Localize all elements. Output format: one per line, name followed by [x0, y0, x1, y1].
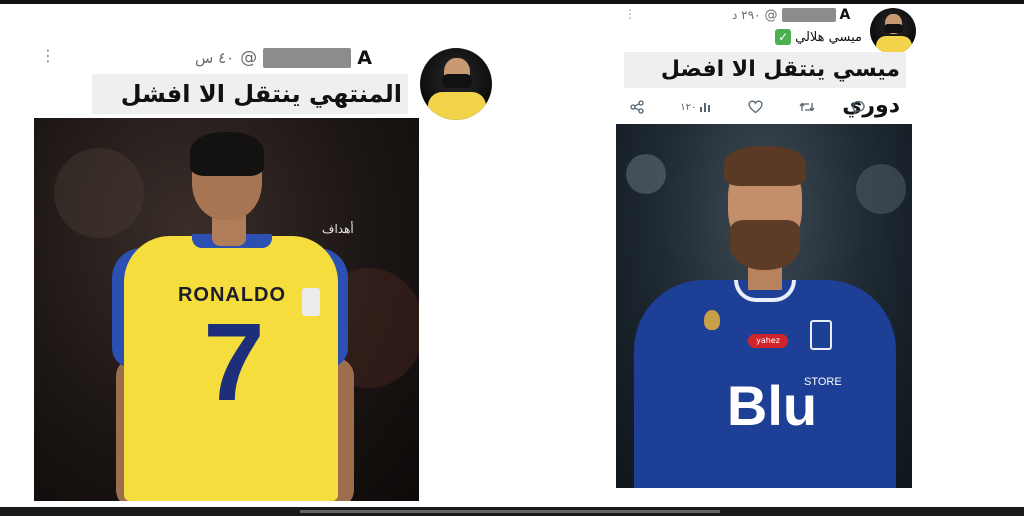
league-badge	[302, 288, 320, 316]
tweet-timestamp: ٢٩٠ د	[732, 8, 761, 22]
username-letter[interactable]: A	[357, 47, 372, 69]
tweet-left[interactable]: ⋮ ٤٠ س @ A المنتهي ينتقل الا افشل دوري R…	[0, 0, 512, 507]
club-crest	[810, 320, 832, 350]
tweet-text: المنتهي ينتقل الا افشل دوري	[92, 74, 408, 148]
heart-icon	[747, 100, 763, 114]
views-count: ١٢٠	[680, 101, 697, 113]
retweet-button[interactable]	[799, 100, 815, 114]
views-icon	[700, 103, 711, 112]
more-options-icon[interactable]: ⋮	[40, 48, 56, 64]
sleeve-patch	[704, 310, 720, 330]
jersey-sponsor: Blu	[726, 374, 818, 437]
tweet-header: ٤٠ س @ A	[195, 46, 372, 70]
like-button[interactable]	[747, 100, 763, 114]
username-letter[interactable]: A	[840, 7, 851, 23]
at-sign: @	[764, 7, 778, 23]
tweet-timestamp: ٤٠ س	[195, 49, 235, 67]
jersey-number: 7	[203, 301, 265, 424]
more-options-icon[interactable]: ⋮	[624, 8, 636, 20]
tweet-media-image[interactable]: RONALDO 7 أهداف	[34, 118, 419, 501]
jersey-sponsor-small: yahez	[748, 334, 788, 348]
avatar[interactable]	[870, 8, 916, 54]
redacted-username	[781, 8, 836, 22]
watermark: أهداف	[322, 222, 354, 236]
avatar[interactable]	[420, 48, 492, 120]
screen-bottom-border	[0, 507, 1024, 516]
at-sign: @	[240, 48, 258, 68]
reply-button[interactable]	[851, 100, 866, 114]
display-name[interactable]: ميسي هلالي	[795, 30, 862, 45]
share-icon	[630, 100, 644, 114]
retweet-icon	[799, 102, 815, 112]
tweet-text: ميسي ينتقل الا افضل دوري	[624, 52, 906, 118]
tweet-actions-bar: ١٢٠	[630, 96, 866, 118]
share-button[interactable]	[630, 100, 644, 114]
display-name-row: ميسي هلالي ✓	[762, 27, 862, 47]
tweet-header: ٢٩٠ د @ A	[732, 6, 850, 24]
tweet-media-image[interactable]: yahez STORE Blu	[616, 124, 912, 488]
redacted-username	[263, 48, 352, 68]
verified-check-icon: ✓	[775, 29, 792, 45]
views-button[interactable]: ١٢٠	[680, 101, 711, 113]
reply-icon	[852, 100, 865, 114]
tweet-right[interactable]: ⋮ ٢٩٠ د @ A ميسي هلالي ✓ ميسي ينتقل الا …	[512, 0, 1024, 507]
